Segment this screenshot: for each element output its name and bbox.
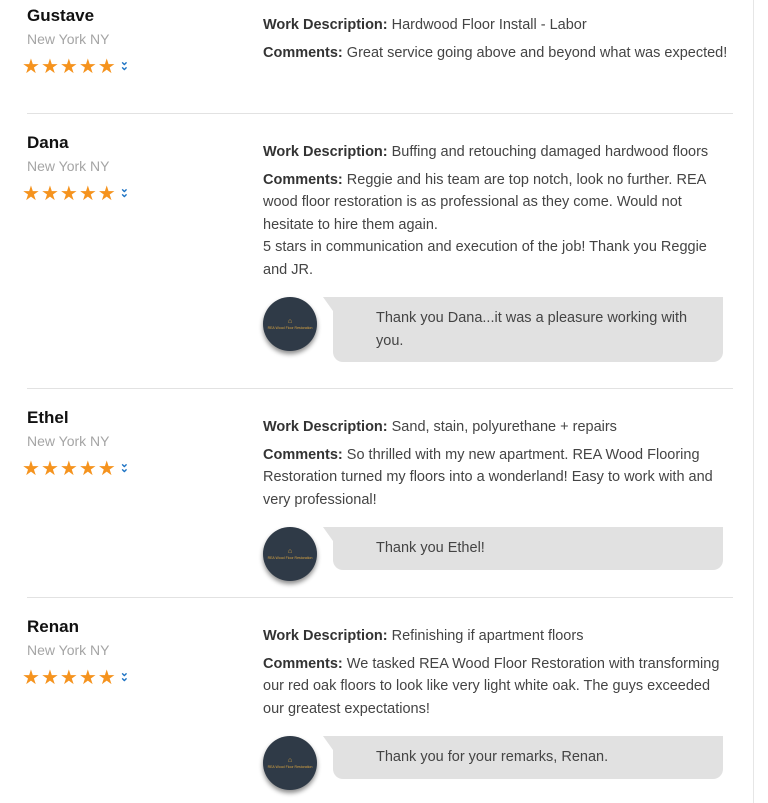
review-separator — [27, 113, 733, 114]
work-description-label: Work Description: — [263, 628, 388, 644]
star-icon: ★ — [59, 56, 78, 78]
logo-text: REA Wood Floor Restoration — [267, 326, 313, 330]
star-icon: ★ — [22, 458, 40, 480]
star-icon: ★ — [78, 667, 97, 689]
star-icon: ★ — [40, 56, 59, 78]
review-body: Work Description: Sand, stain, polyureth… — [263, 416, 728, 516]
company-logo: ⌂ REA Wood Floor Restoration — [263, 297, 317, 351]
double-chevron-down-icon[interactable]: ⌄ ⌄ — [120, 459, 129, 475]
reply-bubble: Thank you Dana...it was a pleasure worki… — [323, 297, 723, 362]
star-icon: ★ — [78, 458, 97, 480]
reviewer-location: New York NY — [27, 31, 110, 47]
work-description-label: Work Description: — [263, 419, 388, 435]
reply-bubble: Thank you for your remarks, Renan. — [323, 736, 723, 779]
reviews-page: Gustave New York NY ★ ★ ★ ★ ★ ⌄ ⌄ Work De… — [0, 0, 768, 803]
comments-label: Comments: — [263, 655, 343, 672]
reviewer-name: Gustave — [27, 6, 95, 25]
star-icon: ★ — [59, 458, 78, 480]
reviewer-name: Renan — [27, 617, 79, 636]
double-chevron-down-icon[interactable]: ⌄ ⌄ — [120, 57, 129, 73]
work-description-label: Work Description: — [263, 144, 388, 160]
star-icon: ★ — [59, 183, 78, 205]
reviewer-location: New York NY — [27, 642, 110, 658]
logo-text: REA Wood Floor Restoration — [267, 556, 313, 560]
review-separator — [27, 388, 733, 389]
star-icon: ★ — [97, 667, 116, 689]
rating-stars: ★ ★ ★ ★ ★ ⌄ ⌄ — [22, 458, 129, 480]
star-icon: ★ — [59, 667, 78, 689]
double-chevron-down-icon[interactable]: ⌄ ⌄ — [120, 184, 129, 200]
review-body: Work Description: Hardwood Floor Install… — [263, 14, 728, 69]
review-body: Work Description: Refinishing if apartme… — [263, 625, 728, 725]
work-description-label: Work Description: — [263, 17, 388, 33]
comments-text: Great service going above and beyond wha… — [346, 44, 728, 61]
star-icon: ★ — [78, 56, 97, 78]
star-icon: ★ — [40, 458, 59, 480]
page-divider — [753, 0, 754, 803]
reviewer-name: Ethel — [27, 408, 69, 427]
star-icon: ★ — [97, 56, 116, 78]
rating-stars: ★ ★ ★ ★ ★ ⌄ ⌄ — [22, 183, 129, 205]
star-icon: ★ — [97, 183, 116, 205]
comments-label: Comments: — [263, 446, 343, 463]
house-icon: ⌂ — [287, 318, 293, 325]
reply-bubble: Thank you Ethel! — [323, 527, 723, 570]
star-icon: ★ — [78, 183, 97, 205]
star-icon: ★ — [40, 183, 59, 205]
star-icon: ★ — [40, 667, 59, 689]
star-icon: ★ — [22, 183, 40, 205]
company-logo: ⌂ REA Wood Floor Restoration — [263, 527, 317, 581]
reviewer-location: New York NY — [27, 433, 110, 449]
review-separator — [27, 597, 733, 598]
work-description: Refinishing if apartment floors — [391, 628, 584, 644]
work-description: Buffing and retouching damaged hardwood … — [391, 144, 709, 160]
house-icon: ⌂ — [287, 548, 293, 555]
reviewer-name: Dana — [27, 133, 69, 152]
company-logo: ⌂ REA Wood Floor Restoration — [263, 736, 317, 790]
review-body: Work Description: Buffing and retouching… — [263, 141, 728, 286]
rating-stars: ★ ★ ★ ★ ★ ⌄ ⌄ — [22, 56, 129, 78]
reviewer-location: New York NY — [27, 158, 110, 174]
double-chevron-down-icon[interactable]: ⌄ ⌄ — [120, 668, 129, 684]
comments-extra: 5 stars in communication and execution o… — [263, 239, 707, 278]
star-icon: ★ — [97, 458, 116, 480]
house-icon: ⌂ — [287, 757, 293, 764]
rating-stars: ★ ★ ★ ★ ★ ⌄ ⌄ — [22, 667, 129, 689]
comments-label: Comments: — [263, 171, 343, 188]
work-description: Hardwood Floor Install - Labor — [391, 17, 587, 33]
star-icon: ★ — [22, 667, 40, 689]
logo-text: REA Wood Floor Restoration — [267, 765, 313, 769]
work-description: Sand, stain, polyurethane + repairs — [391, 419, 617, 435]
comments-label: Comments: — [263, 44, 343, 61]
star-icon: ★ — [22, 56, 40, 78]
